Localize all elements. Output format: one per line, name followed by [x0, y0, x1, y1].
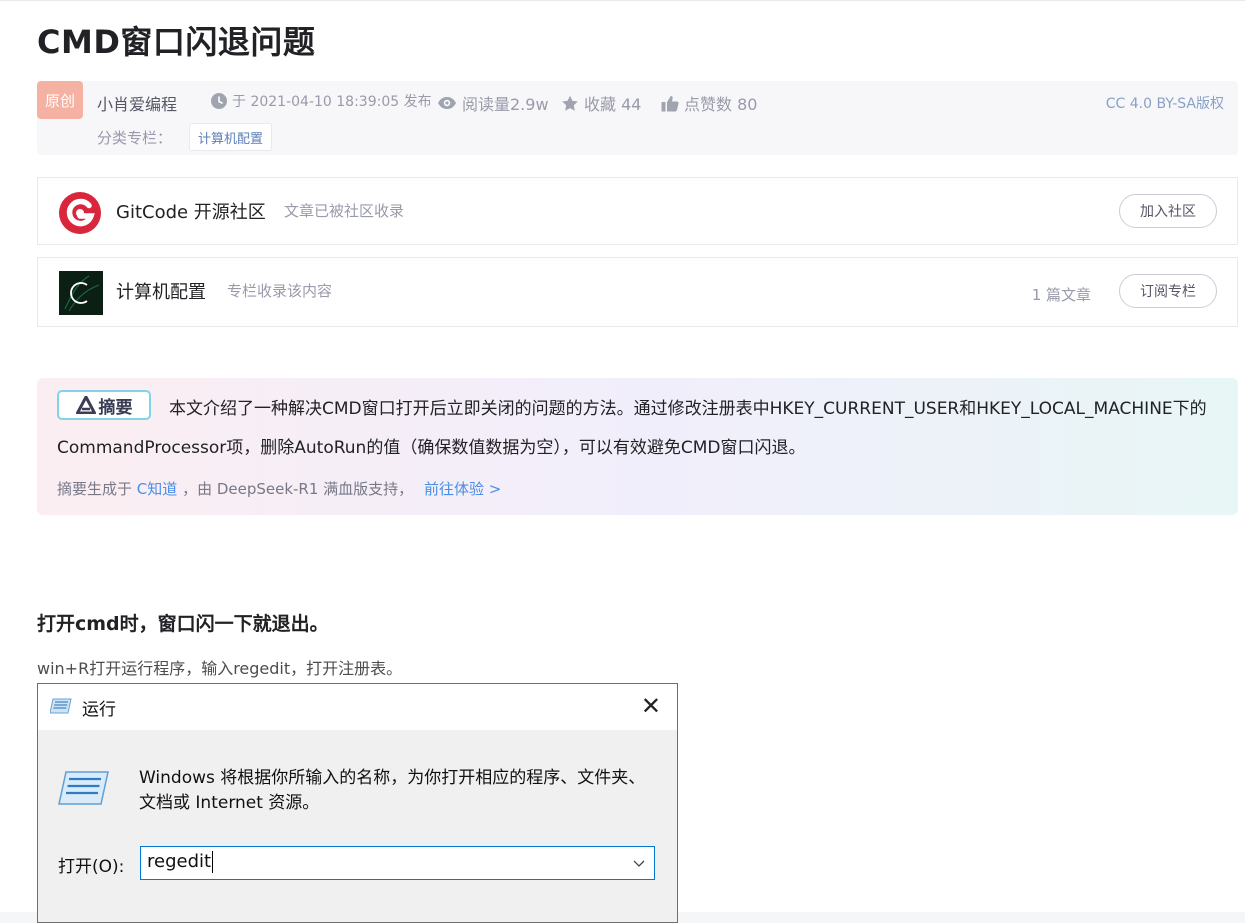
- summary-footer: 摘要生成于 C知道 ，由 DeepSeek-R1 满血版支持， 前往体验 >: [57, 478, 501, 499]
- run-dialog-titlebar: 运行 ✕: [38, 684, 677, 730]
- ai-summary-box: 本文介绍了一种解决CMD窗口打开后立即关闭的问题的方法。通过修改注册表中HKEY…: [37, 378, 1238, 515]
- run-command-value: regedit: [147, 851, 214, 873]
- publish-date: 于 2021-04-10 18:39:05 发布: [232, 94, 432, 110]
- content-paragraph: win+R打开运行程序，输入regedit，打开注册表。: [37, 659, 403, 678]
- favorites-count: 收藏 44: [584, 95, 642, 114]
- column-name: 计算机配置: [116, 282, 206, 303]
- author-link[interactable]: 小肖爱编程: [97, 91, 177, 115]
- category-label: 分类专栏：: [97, 129, 173, 147]
- license-link[interactable]: CC 4.0 BY-SA版权: [1106, 93, 1224, 113]
- column-article-count: 1 篇文章: [1031, 286, 1091, 304]
- run-command-text: regedit: [147, 851, 212, 872]
- community-desc: 文章已被社区收录: [284, 202, 405, 220]
- original-badge: 原创: [37, 81, 83, 119]
- column-desc: 专栏收录该内容: [227, 282, 333, 300]
- run-app-icon: [58, 770, 110, 810]
- subscribe-column-button[interactable]: 订阅专栏: [1119, 274, 1217, 308]
- summary-badge: 摘要: [57, 390, 151, 420]
- article-page: CMD窗口闪退问题 原创 小肖爱编程 于 2021-04-10 18:39:05…: [0, 0, 1245, 923]
- star-icon: [561, 95, 579, 112]
- run-dialog-body: Windows 将根据你所输入的名称，为你打开相应的程序、文件夹、文档或 Int…: [38, 730, 677, 922]
- thumbs-up-icon: [661, 95, 679, 112]
- run-command-input[interactable]: regedit: [140, 846, 655, 880]
- column-cover-icon: [59, 271, 103, 319]
- community-name: GitCode 开源社区: [116, 202, 266, 223]
- summary-foot-prefix: 摘要生成于: [57, 480, 133, 498]
- publish-info: 于 2021-04-10 18:39:05 发布: [211, 91, 432, 111]
- community-card[interactable]: GitCode 开源社区 文章已被社区收录 加入社区: [37, 177, 1238, 245]
- run-dialog-screenshot: 运行 ✕ Windows 将根据你所输入的名称，为你打开相应的程序、文件夹、文档…: [37, 683, 678, 923]
- eye-icon: [437, 96, 457, 110]
- ai-logo-icon: [75, 396, 96, 414]
- article-title: CMD窗口闪退问题: [37, 23, 316, 61]
- like-button[interactable]: 点赞数 80: [661, 91, 757, 115]
- category-tag[interactable]: 计算机配置: [189, 123, 273, 151]
- favorites-button[interactable]: 收藏 44: [561, 91, 641, 115]
- run-dialog-message: Windows 将根据你所输入的名称，为你打开相应的程序、文件夹、文档或 Int…: [139, 768, 646, 813]
- article-meta-bar: 原创 小肖爱编程 于 2021-04-10 18:39:05 发布 阅读量2.9…: [37, 81, 1238, 155]
- run-dialog-title: 运行: [82, 700, 116, 720]
- join-community-button[interactable]: 加入社区: [1119, 194, 1217, 228]
- summary-text: 本文介绍了一种解决CMD窗口打开后立即关闭的问题的方法。通过修改注册表中HKEY…: [57, 399, 1207, 458]
- try-now-link[interactable]: 前往体验 >: [424, 480, 501, 498]
- column-card[interactable]: 计算机配置 专栏收录该内容 1 篇文章 订阅专栏: [37, 257, 1238, 327]
- gitcode-logo-icon: [58, 191, 102, 239]
- views-count: 阅读量2.9w: [462, 95, 549, 114]
- views-info: 阅读量2.9w: [437, 91, 549, 115]
- summary-foot-middle: ，由 DeepSeek-R1 满血版支持，: [182, 480, 414, 498]
- cknow-link[interactable]: C知道: [137, 480, 177, 498]
- likes-count: 点赞数 80: [684, 95, 758, 114]
- open-label: 打开(O):: [58, 857, 125, 877]
- text-caret: [212, 851, 214, 873]
- close-icon[interactable]: ✕: [641, 692, 661, 720]
- clock-icon: [211, 93, 227, 109]
- run-small-icon: [49, 698, 72, 718]
- chevron-down-icon[interactable]: [632, 855, 646, 874]
- summary-badge-label: 摘要: [98, 397, 133, 418]
- content-heading: 打开cmd时，窗口闪一下就退出。: [37, 613, 329, 635]
